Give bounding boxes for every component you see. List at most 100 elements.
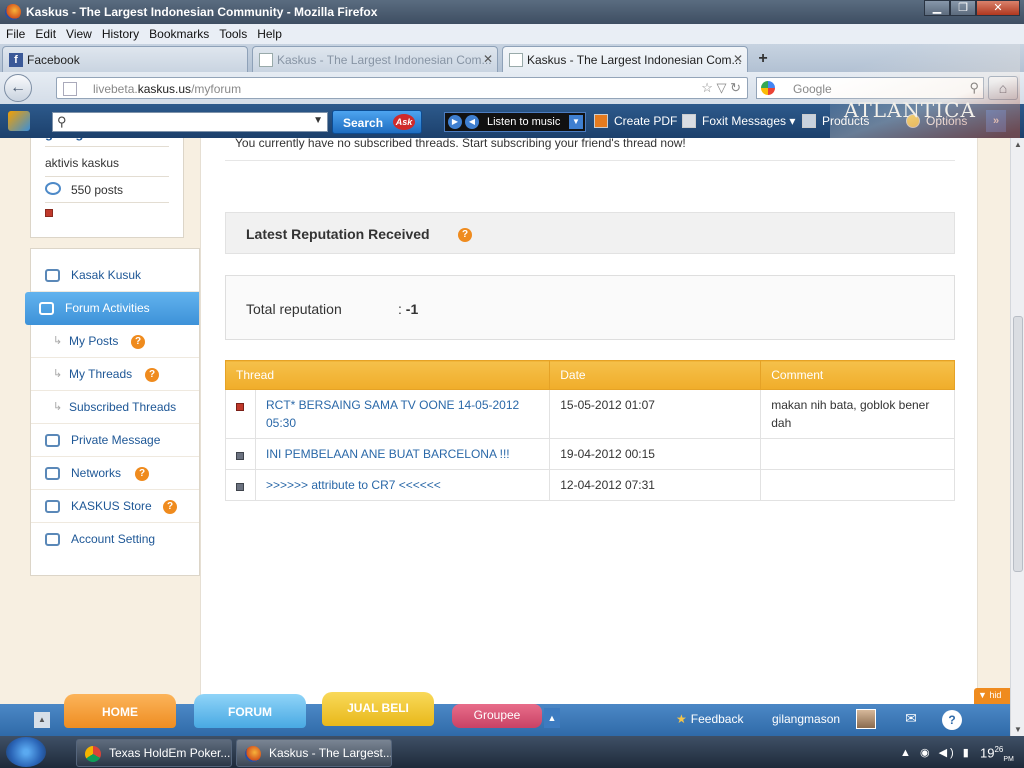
thread-link[interactable]: INI PEMBELAAN ANE BUAT BARCELONA !!! (266, 447, 510, 461)
sidebar-item-kaskus-store[interactable]: KASKUS Store ? (31, 490, 199, 523)
menu-bookmarks[interactable]: Bookmarks (149, 27, 209, 41)
sidebar-item-my-posts[interactable]: ↳ My Posts ? (31, 325, 199, 358)
minimize-button[interactable]: ▁ (924, 0, 950, 16)
close-window-button[interactable]: ✕ (976, 0, 1020, 16)
ask-logo-icon: Ask (393, 114, 415, 130)
table-row: INI PEMBELAAN ANE BUAT BARCELONA !!! 19-… (225, 438, 955, 470)
menu-bar: File Edit View History Bookmarks Tools H… (0, 24, 1024, 44)
tab-kaskus-2[interactable]: Kaskus - The Largest Indonesian Com... ✕ (502, 46, 748, 72)
reputation-mark-cell (225, 389, 256, 439)
taskbar-item-kaskus[interactable]: Kaskus - The Largest... (236, 739, 392, 767)
help-badge-icon[interactable]: ? (135, 467, 149, 481)
chat-icon (45, 269, 60, 282)
search-placeholder: Google (793, 82, 832, 96)
section-title: Latest Reputation Received (246, 226, 430, 242)
column-header-comment: Comment (760, 360, 955, 390)
ask-search-input[interactable]: ⚲ ▼ (52, 112, 328, 132)
sidebar-item-private-message[interactable]: Private Message (31, 424, 199, 457)
scrollbar-thumb[interactable] (1013, 316, 1023, 572)
help-icon[interactable]: ? (942, 710, 962, 730)
expand-up-button[interactable]: ▲ (544, 708, 560, 728)
hide-bar-button[interactable]: ▼ hid (974, 688, 1010, 704)
help-badge-icon[interactable]: ? (145, 368, 159, 382)
profile-rank: aktivis kaskus (45, 156, 120, 170)
system-tray-icons[interactable]: ▲ ◉ ◀) ▮ (900, 746, 972, 759)
tab-facebook[interactable]: f Facebook (2, 46, 248, 72)
products-icon (802, 114, 816, 128)
create-pdf-button[interactable]: Create PDF (594, 114, 677, 128)
options-button[interactable]: Options (906, 114, 967, 128)
google-icon[interactable] (761, 81, 775, 95)
sidebar-item-forum-activities[interactable]: Forum Activities (25, 292, 199, 325)
tab-label: Kaskus - The Largest Indonesian Com... (277, 53, 492, 67)
window-titlebar: Kaskus - The Largest Indonesian Communit… (0, 0, 1024, 24)
toolbar-logo-icon[interactable] (8, 111, 30, 131)
user-menu-link[interactable]: gilangmason (772, 712, 840, 726)
sidebar-item-networks[interactable]: Networks ? (31, 457, 199, 490)
foxit-icon (682, 114, 696, 128)
tab-close-icon[interactable]: ✕ (733, 52, 743, 66)
sidebar-item-my-threads[interactable]: ↳ My Threads ? (31, 358, 199, 391)
site-identity-icon[interactable] (63, 82, 77, 96)
avatar[interactable] (856, 709, 876, 729)
scroll-up-arrow-icon[interactable]: ▲ (1014, 140, 1022, 149)
collapse-bar-button[interactable]: ▲ (34, 712, 50, 728)
dropdown-arrow-icon[interactable]: ▼ (313, 115, 323, 126)
home-button[interactable]: ⌂ (988, 76, 1018, 100)
sidebar-item-kasak-kusuk[interactable]: Kasak Kusuk (31, 259, 199, 292)
system-clock[interactable]: 1926PM (980, 745, 1014, 763)
table-header-row: Thread Date Comment (224, 360, 955, 390)
volume-icon[interactable]: ◀ (465, 115, 479, 129)
new-tab-button[interactable]: + (752, 50, 774, 70)
help-badge-icon[interactable]: ? (458, 228, 472, 242)
search-icon[interactable]: ⚲ (969, 80, 979, 96)
subscribed-threads-notice: You currently have no subscribed threads… (235, 138, 686, 150)
envelope-icon (45, 434, 60, 447)
products-button[interactable]: Products (802, 114, 869, 128)
thread-link[interactable]: >>>>>> attribute to CR7 <<<<<< (266, 478, 441, 492)
feedback-button[interactable]: ★ Feedback (676, 712, 743, 726)
foxit-messages-button[interactable]: Foxit Messages ▾ (682, 114, 795, 128)
groupee-tab[interactable]: Groupee (452, 704, 542, 728)
jual-beli-tab[interactable]: JUAL BELI (322, 692, 434, 726)
bookmark-reload-icons[interactable]: ☆ ▽ ↻ (701, 80, 741, 96)
menu-tools[interactable]: Tools (219, 27, 247, 41)
menu-view[interactable]: View (66, 27, 92, 41)
url-text[interactable]: livebeta.kaskus.us/myforum (93, 82, 241, 96)
mail-icon[interactable]: ✉ (900, 710, 922, 728)
profile-username[interactable]: gilangmason (45, 138, 125, 141)
sidebar-item-label: Subscribed Threads (69, 400, 177, 414)
music-dropdown-icon[interactable]: ▼ (569, 115, 583, 129)
forum-tab[interactable]: FORUM (194, 694, 306, 728)
play-icon[interactable]: ▶ (448, 115, 462, 129)
back-button[interactable]: ← (4, 74, 32, 102)
menu-edit[interactable]: Edit (35, 27, 56, 41)
menu-file[interactable]: File (6, 27, 25, 41)
tab-bar: f Facebook Kaskus - The Largest Indonesi… (0, 44, 1024, 72)
reputation-mark-cell (225, 469, 256, 501)
taskbar-item-poker[interactable]: Texas HoldEm Poker... (76, 739, 232, 767)
sidebar-item-label: Private Message (71, 433, 161, 447)
table-row: RCT* BERSAING SAMA TV OONE 14-05-2012 05… (225, 389, 955, 439)
tab-kaskus-1[interactable]: Kaskus - The Largest Indonesian Com... ✕ (252, 46, 498, 72)
ask-search-button[interactable]: Search Ask (332, 110, 422, 134)
help-badge-icon[interactable]: ? (131, 335, 145, 349)
sidebar-item-subscribed-threads[interactable]: ↳ Subscribed Threads (31, 391, 199, 424)
music-player[interactable]: ▶ ◀ Listen to music ▼ (444, 112, 586, 132)
thread-link[interactable]: RCT* BERSAING SAMA TV OONE 14-05-2012 05… (266, 398, 519, 430)
menu-history[interactable]: History (102, 27, 139, 41)
url-bar[interactable]: livebeta.kaskus.us/myforum ☆ ▽ ↻ (56, 77, 748, 99)
web-search-input[interactable]: Google ⚲ (756, 77, 984, 99)
help-badge-icon[interactable]: ? (163, 500, 177, 514)
start-button[interactable] (6, 737, 46, 767)
menu-help[interactable]: Help (257, 27, 282, 41)
home-tab[interactable]: HOME (64, 694, 176, 728)
page-scrollbar[interactable]: ▲ ▼ (1010, 138, 1024, 736)
chrome-icon (85, 746, 101, 762)
maximize-button[interactable]: ❐ (950, 0, 976, 16)
tab-close-icon[interactable]: ✕ (483, 52, 493, 66)
sidebar-item-account-setting[interactable]: Account Setting (31, 523, 199, 556)
thread-cell: INI PEMBELAAN ANE BUAT BARCELONA !!! (254, 438, 551, 470)
toolbar-overflow-button[interactable]: » (986, 110, 1006, 132)
scroll-down-arrow-icon[interactable]: ▼ (1014, 725, 1022, 734)
